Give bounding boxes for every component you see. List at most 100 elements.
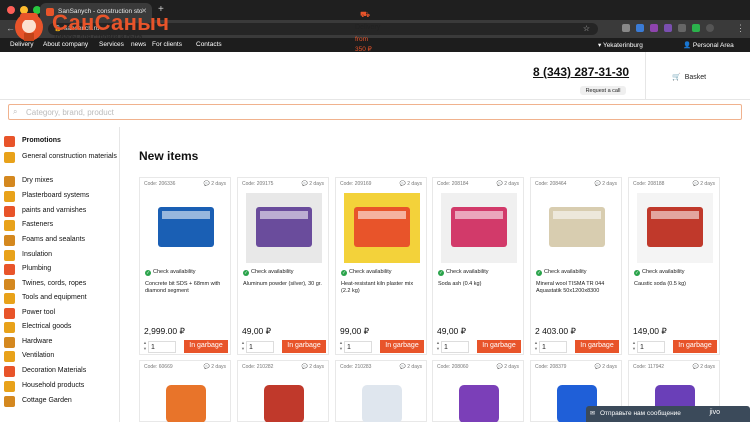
- quantity-stepper[interactable]: ▲ ▼ 1: [533, 340, 571, 353]
- quantity-stepper[interactable]: ▲ ▼ 1: [240, 340, 278, 353]
- sidebar-item-plumbing[interactable]: Plumbing: [4, 264, 51, 278]
- quantity-input[interactable]: 1: [344, 340, 372, 353]
- search-input[interactable]: [26, 106, 726, 118]
- product-card[interactable]: Code: 208184 💬 2 days ✓ Check availabilit…: [432, 177, 524, 355]
- add-to-cart-button[interactable]: In garbage: [575, 340, 619, 353]
- product-image[interactable]: [441, 193, 517, 263]
- phone-number[interactable]: 8 (343) 287-31-30: [533, 65, 629, 79]
- add-to-cart-button[interactable]: In garbage: [184, 340, 228, 353]
- add-to-cart-button[interactable]: In garbage: [477, 340, 521, 353]
- sidebar-item-household-products[interactable]: Household products: [4, 381, 84, 395]
- extension-green-icon[interactable]: [692, 24, 700, 32]
- quantity-input[interactable]: 1: [148, 340, 176, 353]
- product-image[interactable]: [148, 193, 224, 263]
- product-card[interactable]: Code: 209175 💬 2 days ✓ Check availabilit…: [237, 177, 329, 355]
- product-name[interactable]: Concrete bit SDS + 68mm with diamond seg…: [145, 281, 227, 295]
- product-image[interactable]: [344, 193, 420, 263]
- delivery-price: 350 ₽: [355, 46, 372, 53]
- product-name[interactable]: Caustic soda (0.5 kg): [634, 281, 716, 288]
- check-availability-link[interactable]: ✓ Check availability: [243, 269, 294, 276]
- extension-s-icon[interactable]: [636, 24, 644, 32]
- product-card[interactable]: Code: 209169 💬 2 days ✓ Check availabilit…: [335, 177, 427, 355]
- sidebar-item-tools-and-equipment[interactable]: Tools and equipment: [4, 293, 87, 307]
- product-card[interactable]: Code: 208060 💬 2 days: [432, 360, 524, 422]
- add-to-cart-button[interactable]: In garbage: [380, 340, 424, 353]
- category-icon: [4, 250, 15, 261]
- product-image[interactable]: [246, 193, 322, 263]
- quantity-input[interactable]: 1: [246, 340, 274, 353]
- sidebar-item-ventilation[interactable]: Ventilation: [4, 351, 54, 365]
- product-image[interactable]: [453, 381, 505, 422]
- nav-for-clients[interactable]: For clients: [152, 41, 182, 48]
- product-card[interactable]: Code: 210282 💬 2 days: [237, 360, 329, 422]
- product-code: Code: 208379: [535, 364, 567, 370]
- quantity-input[interactable]: 1: [539, 340, 567, 353]
- product-name[interactable]: Mineral wool TISMA TR 044 Aquastatik 50x…: [536, 281, 618, 295]
- quantity-stepper[interactable]: ▲ ▼ 1: [631, 340, 669, 353]
- product-image[interactable]: [160, 381, 212, 422]
- check-availability-link[interactable]: ✓ Check availability: [536, 269, 587, 276]
- sidebar-item-hardware[interactable]: Hardware: [4, 337, 52, 351]
- chat-brand: jivo: [709, 409, 720, 416]
- nav-about[interactable]: About company: [43, 41, 88, 48]
- sidebar-item-insulation[interactable]: Insulation: [4, 250, 52, 264]
- sidebar-item-twines-cords-ropes[interactable]: Twines, cords, ropes: [4, 279, 86, 293]
- quantity-stepper[interactable]: ▲ ▼ 1: [435, 340, 473, 353]
- add-to-cart-button[interactable]: In garbage: [282, 340, 326, 353]
- product-card[interactable]: Code: 208464 💬 2 days ✓ Check availabilit…: [530, 177, 622, 355]
- sidebar-item-power-tool[interactable]: Power tool: [4, 308, 55, 322]
- product-name[interactable]: Heat-resistant kiln plaster mix (2.2 kg): [341, 281, 423, 295]
- sidebar-item-paints-and-varnishes[interactable]: paints and varnishes: [4, 206, 86, 220]
- extension-purple-icon[interactable]: [650, 24, 658, 32]
- sidebar-item-dry-mixes[interactable]: Dry mixes: [4, 176, 53, 190]
- quantity-input[interactable]: 1: [441, 340, 469, 353]
- product-card[interactable]: Code: 210283 💬 2 days: [335, 360, 427, 422]
- profile-avatar-icon[interactable]: [706, 24, 714, 32]
- product-name[interactable]: Aluminum powder (silver), 30 gr.: [243, 281, 325, 288]
- product-price: 99,00 ₽: [340, 326, 370, 336]
- search-box[interactable]: ⌕: [8, 104, 742, 120]
- category-icon: [4, 264, 15, 275]
- request-call-button[interactable]: Request a call: [580, 86, 626, 95]
- product-card[interactable]: Code: 60669 💬 2 days: [139, 360, 231, 422]
- sidebar-item-foams-and-sealants[interactable]: Foams and sealants: [4, 235, 85, 249]
- product-image[interactable]: [637, 193, 713, 263]
- quantity-input[interactable]: 1: [637, 340, 665, 353]
- sidebar-item-fasteners[interactable]: Fasteners: [4, 220, 53, 234]
- bookmark-star-icon[interactable]: ☆: [583, 24, 590, 33]
- add-to-cart-button[interactable]: In garbage: [673, 340, 717, 353]
- extension-puzzle-icon[interactable]: [678, 24, 686, 32]
- extension-icon[interactable]: [622, 24, 630, 32]
- logo-text[interactable]: СанСаныч: [52, 10, 169, 36]
- sidebar-item-cottage-garden[interactable]: Cottage Garden: [4, 396, 72, 410]
- nav-contacts[interactable]: Contacts: [196, 41, 222, 48]
- check-availability-link[interactable]: ✓ Check availability: [438, 269, 489, 276]
- check-availability-link[interactable]: ✓ Check availability: [634, 269, 685, 276]
- personal-area-link[interactable]: 👤 Personal Area: [683, 41, 734, 49]
- logo-mascot-icon[interactable]: [12, 7, 46, 43]
- sidebar-item-promotions[interactable]: Promotions: [4, 136, 61, 150]
- sidebar-item-plasterboard-systems[interactable]: Plasterboard systems: [4, 191, 89, 205]
- sidebar-item-decoration-materials[interactable]: Decoration Materials: [4, 366, 86, 380]
- delivery-label[interactable]: Delivery: [355, 24, 380, 31]
- sidebar-item-general-construction-materials[interactable]: General construction materials: [4, 152, 117, 166]
- product-image[interactable]: [356, 381, 408, 422]
- product-code: Code: 209169: [340, 181, 372, 187]
- check-availability-link[interactable]: ✓ Check availability: [145, 269, 196, 276]
- product-image[interactable]: [258, 381, 310, 422]
- city-selector[interactable]: ▾ Yekaterinburg: [598, 41, 643, 49]
- check-availability-link[interactable]: ✓ Check availability: [341, 269, 392, 276]
- nav-services[interactable]: Services: [99, 41, 124, 48]
- sidebar-item-electrical-goods[interactable]: Electrical goods: [4, 322, 71, 336]
- basket-link[interactable]: 🛒 Basket: [672, 73, 706, 81]
- product-card[interactable]: Code: 208188 💬 2 days ✓ Check availabilit…: [628, 177, 720, 355]
- product-image[interactable]: [539, 193, 615, 263]
- quantity-stepper[interactable]: ▲ ▼ 1: [142, 340, 180, 353]
- nav-news[interactable]: news: [131, 41, 146, 48]
- quantity-stepper[interactable]: ▲ ▼ 1: [338, 340, 376, 353]
- product-card[interactable]: Code: 206336 💬 2 days ✓ Check availabilit…: [139, 177, 231, 355]
- extension-badge-icon[interactable]: [664, 24, 672, 32]
- product-name[interactable]: Soda ash (0.4 kg): [438, 281, 520, 288]
- browser-menu-icon[interactable]: ⋮: [736, 23, 745, 34]
- chat-widget[interactable]: ✉ Отправьте нам сообщение jivo: [586, 406, 750, 422]
